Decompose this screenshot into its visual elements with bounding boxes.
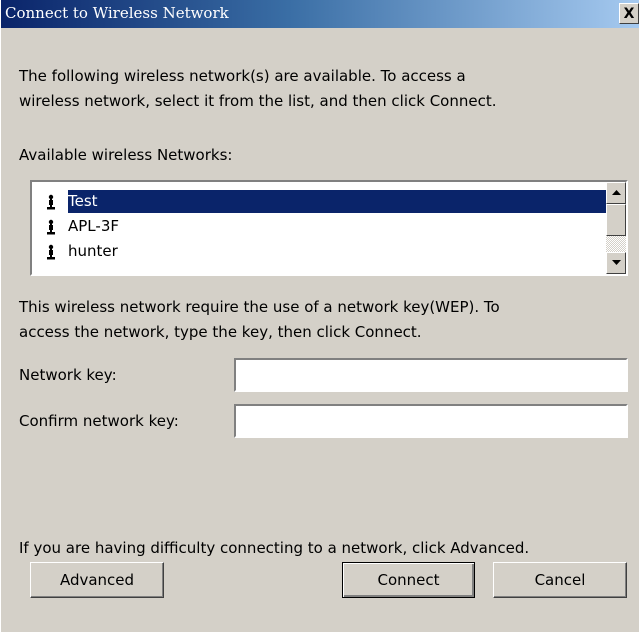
scroll-up-button[interactable]	[606, 182, 626, 204]
close-icon: X	[623, 5, 635, 22]
window-title: Connect to Wireless Network	[5, 4, 229, 22]
network-list[interactable]: Test APL-3F hunter	[30, 180, 628, 276]
arrow-down-icon	[611, 260, 621, 265]
network-name: Test	[68, 192, 98, 210]
network-name: APL-3F	[68, 217, 119, 235]
antenna-icon	[46, 244, 56, 260]
network-key-input[interactable]	[234, 358, 628, 392]
scroll-thumb[interactable]	[606, 204, 626, 236]
confirm-key-label: Confirm network key:	[19, 412, 179, 430]
intro-text-line2: wireless network, select it from the lis…	[19, 92, 497, 110]
network-item-test[interactable]: Test	[46, 190, 592, 213]
network-name: hunter	[68, 242, 118, 260]
cancel-button[interactable]: Cancel	[493, 562, 627, 598]
list-scrollbar[interactable]	[606, 182, 626, 274]
antenna-icon	[46, 219, 56, 235]
advanced-button[interactable]: Advanced	[30, 562, 164, 598]
network-key-label: Network key:	[19, 366, 117, 384]
network-item-hunter[interactable]: hunter	[46, 240, 592, 263]
antenna-icon	[46, 194, 56, 210]
wep-text-line2: access the network, type the key, then c…	[19, 323, 422, 341]
help-text: If you are having difficulty connecting …	[19, 539, 530, 557]
connect-wireless-dialog: Connect to Wireless Network X The follow…	[0, 0, 639, 632]
networks-label: Available wireless Networks:	[19, 146, 233, 164]
connect-button[interactable]: Connect	[342, 562, 475, 598]
intro-text-line1: The following wireless network(s) are av…	[19, 67, 466, 85]
scroll-down-button[interactable]	[606, 252, 626, 274]
confirm-key-input[interactable]	[234, 404, 628, 438]
network-item-apl-3f[interactable]: APL-3F	[46, 215, 592, 238]
title-bar[interactable]: Connect to Wireless Network X	[1, 0, 639, 28]
close-button[interactable]: X	[619, 3, 639, 24]
arrow-up-icon	[611, 190, 621, 195]
wep-text-line1: This wireless network require the use of…	[19, 298, 500, 316]
